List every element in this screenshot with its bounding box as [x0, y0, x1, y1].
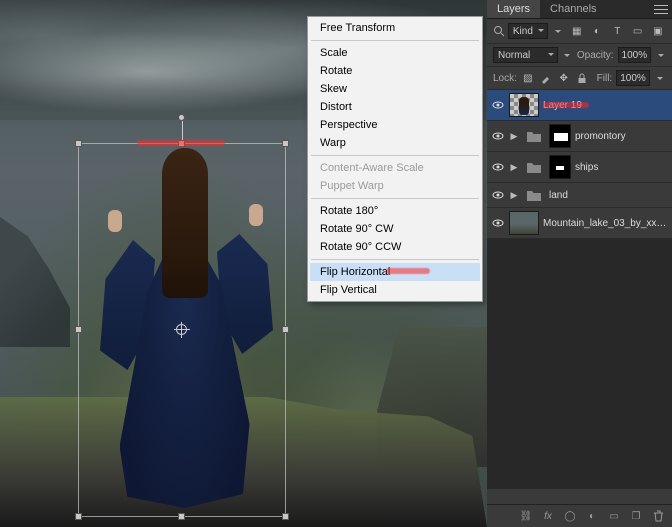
disclosure-triangle[interactable]: ▶: [509, 162, 519, 173]
layers-panel: Layers Channels Kind ▦ ◐ T ▭ ▣ Normal Op…: [487, 0, 672, 527]
visibility-toggle[interactable]: [491, 129, 505, 143]
adjustment-layer-icon[interactable]: ◐: [582, 508, 602, 524]
link-layers-icon[interactable]: ⛓: [516, 508, 536, 524]
new-group-icon[interactable]: ▭: [604, 508, 624, 524]
annotation-mark: [137, 140, 225, 146]
menu-puppet-warp: Puppet Warp: [310, 177, 480, 195]
filter-type-icon[interactable]: T: [609, 22, 625, 40]
layer-thumbnail[interactable]: [509, 211, 539, 235]
menu-free-transform[interactable]: Free Transform: [310, 19, 480, 37]
fill-label: Fill:: [597, 73, 613, 84]
visibility-toggle[interactable]: [491, 98, 505, 112]
handle-top-mid[interactable]: [178, 140, 185, 147]
menu-rotate-90-ccw[interactable]: Rotate 90° CCW: [310, 238, 480, 256]
menu-perspective[interactable]: Perspective: [310, 116, 480, 134]
chevron-down-icon[interactable]: [552, 23, 565, 39]
chevron-down-icon[interactable]: [562, 47, 573, 63]
layers-panel-footer: ⛓ fx ◯ ◐ ▭ ❐: [487, 504, 672, 527]
figure-subject: [112, 148, 257, 508]
lock-paint-icon[interactable]: [539, 70, 553, 86]
filter-shape-icon[interactable]: ▭: [629, 22, 645, 40]
lock-all-icon[interactable]: [575, 70, 589, 86]
mountain-shape: [0, 217, 70, 347]
menu-rotate-180[interactable]: Rotate 180°: [310, 202, 480, 220]
layer-mask-thumbnail[interactable]: [549, 155, 571, 179]
opacity-label: Opacity:: [577, 50, 614, 61]
menu-content-aware-scale: Content-Aware Scale: [310, 159, 480, 177]
lock-label: Lock:: [493, 73, 517, 84]
layer-name[interactable]: promontory: [575, 131, 668, 142]
transform-context-menu[interactable]: Free Transform Scale Rotate Skew Distort…: [307, 16, 483, 302]
disclosure-triangle[interactable]: ▶: [509, 131, 519, 142]
visibility-toggle[interactable]: [491, 216, 505, 230]
handle-mid-left[interactable]: [75, 326, 82, 333]
layer-row[interactable]: ▶ ships: [487, 152, 672, 183]
menu-rotate-90-cw[interactable]: Rotate 90° CW: [310, 220, 480, 238]
blend-mode-select[interactable]: Normal: [493, 47, 558, 63]
layer-thumbnail[interactable]: [509, 93, 539, 117]
filter-adjust-icon[interactable]: ◐: [589, 22, 605, 40]
fill-input[interactable]: 100%: [616, 70, 650, 86]
add-mask-icon[interactable]: ◯: [560, 508, 580, 524]
layer-row-selected[interactable]: Layer 19: [487, 90, 672, 121]
filter-kind-select[interactable]: Kind: [508, 23, 548, 39]
lock-move-icon[interactable]: ✥: [557, 70, 571, 86]
disclosure-triangle[interactable]: ▶: [509, 190, 519, 201]
handle-top-right[interactable]: [282, 140, 289, 147]
folder-icon: [523, 186, 545, 204]
layer-name[interactable]: land: [549, 190, 668, 201]
lock-transparent-icon[interactable]: ▨: [521, 70, 535, 86]
tab-channels[interactable]: Channels: [540, 0, 606, 18]
layer-name[interactable]: Layer 19: [543, 100, 668, 111]
layers-empty-area[interactable]: [487, 239, 672, 489]
layer-row[interactable]: ▶ land: [487, 183, 672, 208]
menu-flip-horizontal[interactable]: Flip Horizontal: [310, 263, 480, 281]
menu-flip-horizontal-label: Flip Horizontal: [320, 266, 390, 278]
handle-mid-right[interactable]: [282, 326, 289, 333]
tab-layers[interactable]: Layers: [487, 0, 540, 18]
menu-scale[interactable]: Scale: [310, 44, 480, 62]
folder-icon: [523, 158, 545, 176]
visibility-toggle[interactable]: [491, 188, 505, 202]
chevron-down-icon[interactable]: [655, 47, 666, 63]
visibility-toggle[interactable]: [491, 160, 505, 174]
menu-rotate[interactable]: Rotate: [310, 62, 480, 80]
layer-mask-thumbnail[interactable]: [549, 124, 571, 148]
layer-name[interactable]: Mountain_lake_03_by_xxM…: [543, 218, 668, 229]
annotation-mark: [543, 102, 589, 108]
layer-row[interactable]: Mountain_lake_03_by_xxM…: [487, 208, 672, 239]
layers-list[interactable]: Layer 19 ▶ promontory ▶ ships ▶ land: [487, 90, 672, 504]
layer-fx-icon[interactable]: fx: [538, 508, 558, 524]
chevron-down-icon[interactable]: [654, 70, 666, 86]
search-icon: [493, 25, 504, 37]
annotation-mark: [386, 268, 430, 274]
delete-layer-icon[interactable]: [648, 508, 668, 524]
filter-pixel-icon[interactable]: ▦: [569, 22, 585, 40]
filter-smart-icon[interactable]: ▣: [650, 22, 666, 40]
menu-distort[interactable]: Distort: [310, 98, 480, 116]
layer-name[interactable]: ships: [575, 162, 668, 173]
folder-icon: [523, 127, 545, 145]
handle-top-left[interactable]: [75, 140, 82, 147]
new-layer-icon[interactable]: ❐: [626, 508, 646, 524]
menu-skew[interactable]: Skew: [310, 80, 480, 98]
panel-menu-icon[interactable]: [654, 3, 668, 15]
menu-warp[interactable]: Warp: [310, 134, 480, 152]
layer-row[interactable]: ▶ promontory: [487, 121, 672, 152]
opacity-input[interactable]: 100%: [618, 47, 652, 63]
menu-flip-vertical[interactable]: Flip Vertical: [310, 281, 480, 299]
